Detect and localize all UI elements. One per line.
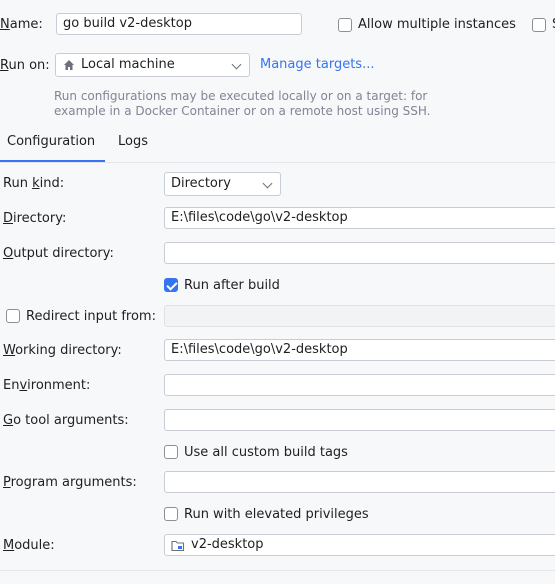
run-kind-label: Run kind: — [3, 176, 65, 191]
home-icon — [64, 60, 74, 70]
name-field[interactable]: go build v2-desktop — [56, 13, 302, 35]
run-kind-combo[interactable]: Directory — [164, 172, 281, 196]
elevated-privileges-checkbox[interactable] — [164, 507, 178, 521]
chevron-down-icon — [262, 178, 273, 189]
run-on-value: Local machine — [81, 57, 175, 72]
tab-divider — [0, 162, 555, 163]
directory-label: Directory: — [3, 211, 67, 226]
run-on-label: Run on: — [0, 58, 50, 73]
go-tool-arguments-label: Go tool arguments: — [3, 413, 129, 428]
elevated-privileges-label: Run with elevated privileges — [184, 507, 369, 522]
manage-targets-link[interactable]: Manage targets... — [260, 57, 374, 72]
output-directory-field[interactable] — [164, 242, 555, 264]
environment-label: Environment: — [3, 378, 91, 393]
module-folder-icon — [171, 540, 185, 552]
run-kind-value: Directory — [171, 176, 231, 191]
directory-field[interactable]: E:\files\code\go\v2-desktop — [164, 207, 555, 229]
module-value: v2-desktop — [191, 537, 264, 552]
program-arguments-label: Program arguments: — [3, 475, 137, 490]
redirect-input-label: Redirect input from: — [26, 309, 156, 324]
go-tool-arguments-field[interactable] — [164, 409, 555, 431]
module-label: Module: — [3, 538, 55, 553]
program-arguments-field[interactable] — [164, 471, 555, 493]
working-directory-field[interactable]: E:\files\code\go\v2-desktop — [164, 339, 555, 361]
environment-field[interactable] — [164, 374, 555, 396]
working-directory-label: Working directory: — [3, 343, 122, 358]
allow-multiple-label: Allow multiple instances — [358, 17, 516, 32]
tab-configuration[interactable]: Configuration — [7, 134, 95, 149]
run-after-build-checkbox[interactable] — [164, 278, 178, 292]
run-after-build-label: Run after build — [184, 278, 280, 293]
run-on-hint-line1: Run configurations may be executed local… — [54, 89, 428, 103]
name-label: Name: — [0, 17, 43, 32]
module-combo[interactable]: v2-desktop — [164, 534, 555, 556]
run-on-combo[interactable]: Local machine — [55, 53, 250, 77]
chevron-down-icon — [231, 59, 242, 70]
allow-multiple-checkbox[interactable] — [338, 18, 352, 32]
custom-build-tags-checkbox[interactable] — [164, 445, 178, 459]
output-directory-label: Output directory: — [3, 246, 114, 261]
redirect-input-field[interactable] — [164, 305, 555, 327]
store-as-file-checkbox[interactable] — [532, 18, 546, 32]
run-on-hint-line2: example in a Docker Container or on a re… — [54, 104, 431, 118]
custom-build-tags-label: Use all custom build tags — [184, 445, 348, 460]
tab-logs[interactable]: Logs — [118, 134, 148, 149]
bottom-divider — [0, 570, 555, 571]
redirect-input-checkbox[interactable] — [6, 309, 20, 323]
